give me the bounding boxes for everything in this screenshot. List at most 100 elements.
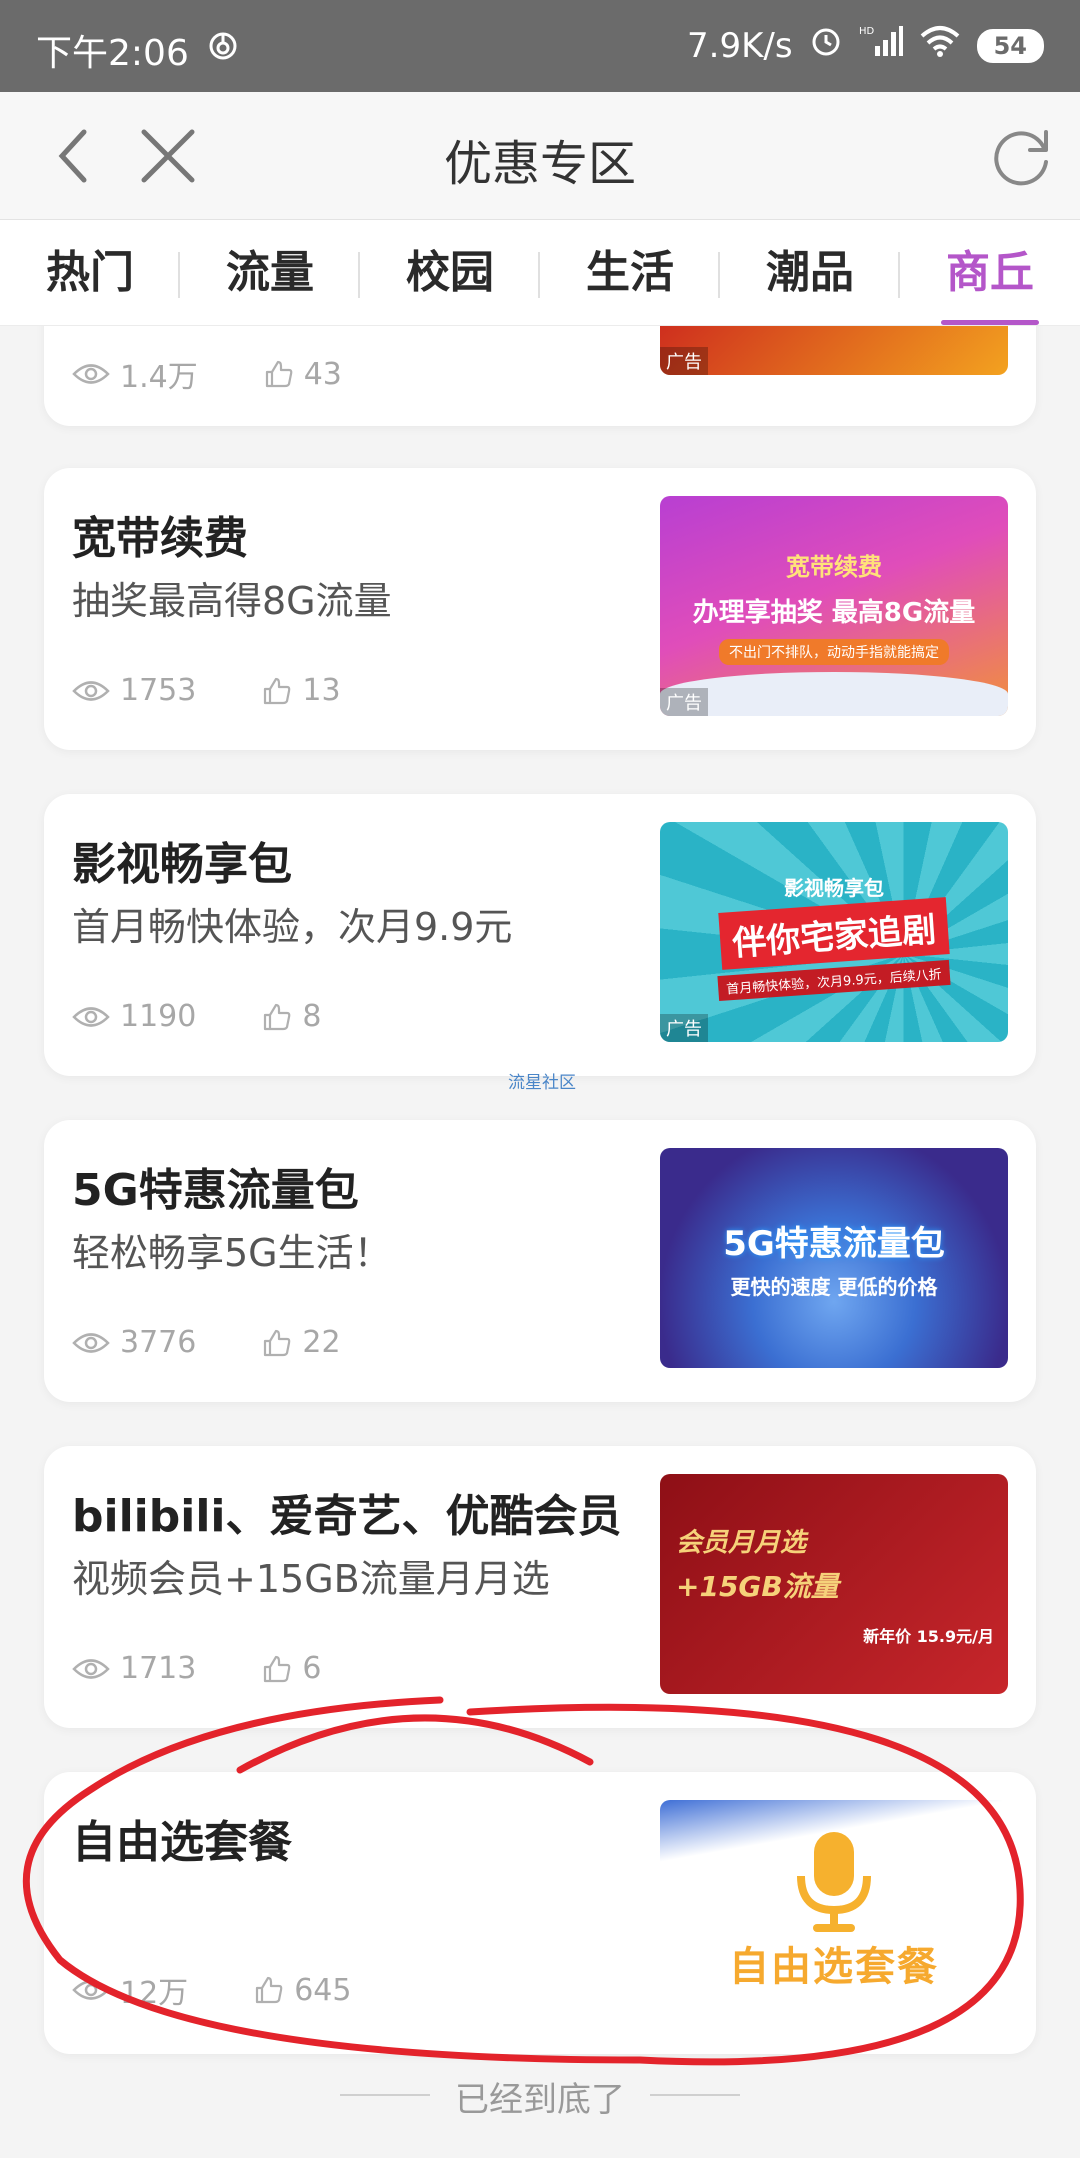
banner-line2: 办理享抽奖 最高8G流量 [692, 598, 976, 628]
card-stats: 3776 22 [72, 1325, 341, 1360]
likes-count: 43 [303, 356, 342, 392]
tab-trend[interactable]: 潮品 [720, 220, 900, 325]
banner-line2: 伴你宅家追剧 [718, 896, 950, 970]
card-stats: 1753 13 [72, 673, 341, 708]
status-right: 7.9K/s HD 54 [687, 24, 1044, 67]
signal-icon: HD [859, 24, 903, 67]
card-stats: 1713 6 [72, 1651, 321, 1686]
tab-label: 校园 [406, 247, 494, 298]
thumbs-up-icon [264, 677, 291, 704]
wifi-icon [919, 24, 961, 67]
footer-divider-right [650, 2094, 740, 2096]
views-stat: 1.4万 [72, 352, 198, 396]
views-count: 12万 [120, 1976, 189, 2011]
tab-campus[interactable]: 校园 [360, 220, 540, 325]
list-item[interactable]: 5G特惠流量包 轻松畅享5G生活！ 5G特惠流量包 更快的速度 更低的价格 37… [44, 1120, 1036, 1402]
banner-line1: 5G特惠流量包 [723, 1224, 945, 1264]
page-title: 优惠专区 [443, 136, 636, 192]
banner-content: 宽带续费 办理享抽奖 最高8G流量 不出门不排队，动动手指就能搞定 [660, 496, 1008, 716]
tab-label: 潮品 [766, 247, 854, 298]
banner-cloud [660, 672, 1008, 716]
eye-icon [72, 1006, 110, 1027]
network-speed: 7.9K/s [687, 25, 793, 66]
likes-count: 13 [302, 673, 341, 708]
card-subtitle: 首月畅快体验，次月9.9元 [72, 905, 513, 949]
list-item[interactable]: 自由选套餐 自由选套餐 12万 645 [44, 1772, 1036, 2054]
likes-stat[interactable]: 22 [262, 1325, 341, 1360]
likes-count: 8 [302, 999, 322, 1034]
list-item[interactable]: bilibili、爱奇艺、优酷会员 视频会员+15GB流量月月选 会员月月选 +… [44, 1446, 1036, 1728]
card-title: 影视畅享包 [72, 839, 292, 890]
promo-list: 广告 1.4万 43 宽带续费 抽奖最高得8G流量 宽带续费 办理享抽奖 最高8… [0, 326, 1080, 2158]
refresh-button[interactable] [984, 118, 1060, 194]
card-title: bilibili、爱奇艺、优酷会员 [72, 1491, 622, 1542]
banner-content: 自由选套餐 [660, 1800, 1008, 2020]
likes-count: 22 [302, 1325, 341, 1360]
banner-line2: +15GB流量 [676, 1569, 839, 1603]
banner-line3: 不出门不排队，动动手指就能搞定 [719, 639, 949, 665]
views-stat: 1190 [72, 999, 196, 1034]
category-tabs: 热门 流量 校园 生活 潮品 商丘 [0, 220, 1080, 326]
card-subtitle: 视频会员+15GB流量月月选 [72, 1557, 550, 1601]
tab-label: 生活 [586, 247, 674, 298]
thumbs-up-icon [264, 1329, 291, 1356]
tab-hot[interactable]: 热门 [0, 220, 180, 325]
promo-image: 影视畅享包 伴你宅家追剧 首月畅快体验，次月9.9元，后续八折 广告 [660, 822, 1008, 1042]
likes-count: 6 [302, 1651, 322, 1686]
list-item[interactable]: 广告 1.4万 43 [44, 326, 1036, 426]
promo-image: 自由选套餐 [660, 1800, 1008, 2020]
card-stats: 1190 8 [72, 999, 321, 1034]
title-bar: 优惠专区 [0, 92, 1080, 220]
likes-stat[interactable]: 645 [254, 1973, 351, 2008]
promo-image: 宽带续费 办理享抽奖 最高8G流量 不出门不排队，动动手指就能搞定 广告 [660, 496, 1008, 716]
card-subtitle: 抽奖最高得8G流量 [72, 579, 392, 623]
active-tab-indicator [941, 320, 1039, 325]
views-count: 1753 [120, 673, 197, 708]
views-count: 1.4万 [120, 360, 198, 395]
notification-icon [207, 30, 239, 71]
views-count: 1190 [120, 999, 197, 1034]
views-stat: 3776 [72, 1325, 196, 1360]
microphone-icon [797, 1832, 871, 1932]
thumbs-up-icon [264, 1003, 291, 1030]
tab-shangqiu[interactable]: 商丘 [900, 220, 1080, 325]
views-count: 3776 [120, 1325, 197, 1360]
likes-stat[interactable]: 43 [264, 357, 342, 392]
tab-life[interactable]: 生活 [540, 220, 720, 325]
status-time: 下午2:06 [36, 33, 189, 74]
tab-label: 商丘 [946, 247, 1034, 298]
tab-data[interactable]: 流量 [180, 220, 360, 325]
card-title: 自由选套餐 [72, 1817, 292, 1868]
likes-stat[interactable]: 8 [262, 999, 321, 1034]
banner-content: 影视畅享包 伴你宅家追剧 首月畅快体验，次月9.9元，后续八折 [660, 822, 1008, 1042]
watermark: 流星社区 [508, 1073, 576, 1093]
eye-icon [72, 680, 110, 701]
banner-content: 会员月月选 +15GB流量 新年价 15.9元/月 [660, 1474, 1008, 1694]
list-item[interactable]: 宽带续费 抽奖最高得8G流量 宽带续费 办理享抽奖 最高8G流量 不出门不排队，… [44, 468, 1036, 750]
views-stat: 1753 [72, 673, 196, 708]
banner-line2: 自由选套餐 [729, 1944, 939, 1990]
promo-image: 5G特惠流量包 更快的速度 更低的价格 [660, 1148, 1008, 1368]
promo-image: 广告 [660, 326, 1008, 375]
alarm-icon [809, 24, 843, 67]
eye-icon [72, 1658, 110, 1679]
card-title: 5G特惠流量包 [72, 1165, 359, 1216]
battery-indicator: 54 [976, 28, 1044, 63]
eye-icon [72, 1332, 110, 1353]
tab-label: 热门 [46, 247, 134, 298]
views-stat: 12万 [72, 1968, 188, 2012]
promo-image: 会员月月选 +15GB流量 新年价 15.9元/月 [660, 1474, 1008, 1694]
list-item[interactable]: 影视畅享包 首月畅快体验，次月9.9元 影视畅享包 伴你宅家追剧 首月畅快体验，… [44, 794, 1036, 1076]
likes-stat[interactable]: 6 [262, 1651, 321, 1686]
status-left: 下午2:06 [36, 24, 239, 76]
banner-line3: 新年价 15.9元/月 [863, 1626, 994, 1646]
likes-stat[interactable]: 13 [262, 673, 341, 708]
end-of-list-text: 已经到底了 [455, 2080, 625, 2120]
status-bar: 下午2:06 7.9K/s HD 54 [0, 0, 1080, 92]
banner-line1: 宽带续费 [786, 553, 882, 581]
eye-icon [72, 364, 110, 384]
refresh-icon [994, 130, 1048, 186]
svg-text:HD: HD [859, 26, 875, 37]
banner-content: 5G特惠流量包 更快的速度 更低的价格 [660, 1148, 1008, 1368]
views-count: 1713 [120, 1651, 197, 1686]
